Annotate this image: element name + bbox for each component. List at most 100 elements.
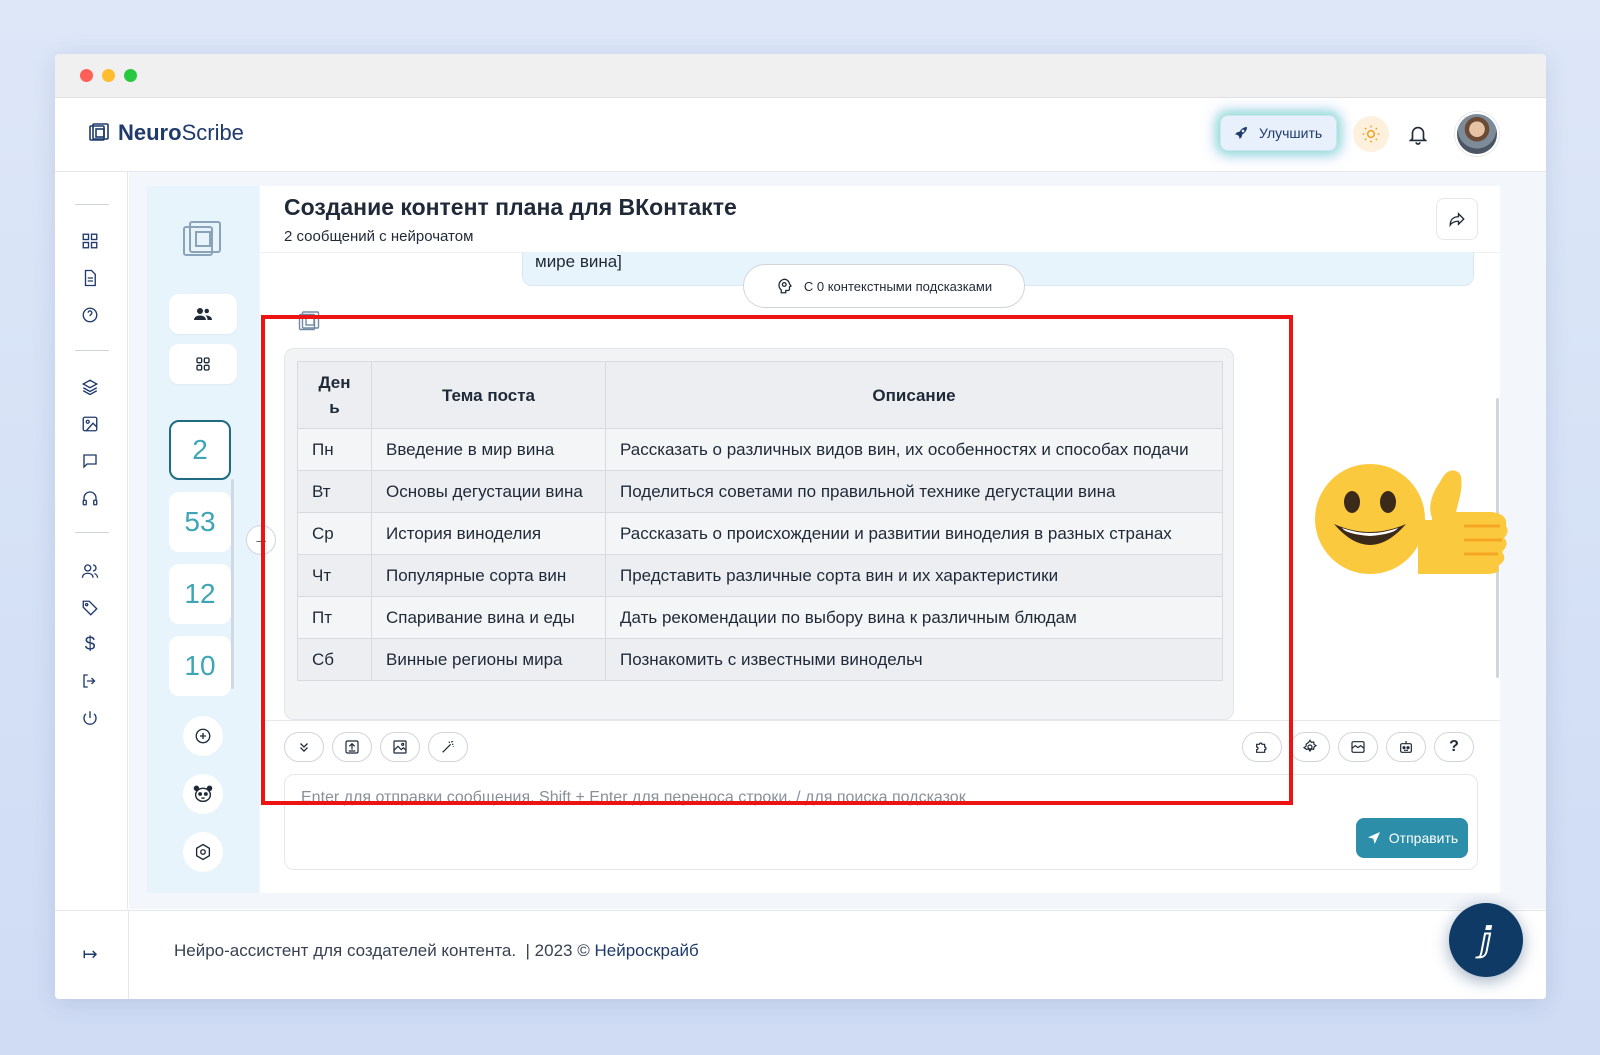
context-hints-pill[interactable]: С 0 контекстными подсказками [743,264,1025,308]
magic-button[interactable] [428,732,468,762]
new-chat-button[interactable] [183,716,223,756]
cell-day: Сб [297,638,372,681]
share-button[interactable] [1436,198,1478,240]
nav-divider [75,350,109,351]
tag-icon[interactable] [79,597,101,619]
minimize-window-button[interactable] [102,69,115,82]
inbox-button[interactable] [1338,732,1378,762]
chat-icon[interactable] [79,450,101,472]
document-icon[interactable] [79,267,101,289]
robot-icon [1400,741,1412,753]
users-icon[interactable] [79,560,101,582]
inbox-image-icon [1351,741,1365,753]
cell-description: Рассказать о происхождении и развитии ви… [605,512,1223,555]
footer-link[interactable]: Нейроскрайб [594,941,698,960]
apps-button[interactable] [169,344,237,384]
plugin-button[interactable] [1242,732,1282,762]
team-button[interactable] [169,294,237,334]
footer-text: Нейро-ассистент для создателей контента.… [174,941,699,961]
maximize-window-button[interactable] [124,69,137,82]
chat-counter-active[interactable]: 2 [169,420,231,480]
cell-day: Вт [297,470,372,513]
logo-light-text: Scribe [181,120,244,145]
grid-icon [196,357,210,371]
collapse-sidebar-icon[interactable]: ↦ [79,943,101,965]
send-icon [1367,832,1380,844]
power-icon[interactable] [79,707,101,729]
puzzle-icon [1256,742,1267,753]
message-input[interactable] [301,789,1351,819]
cell-description: Представить различные сорта вин и их хар… [605,554,1223,597]
image-upload-button[interactable] [380,732,420,762]
app-header: Neuro Scribe Улучшить [55,98,1546,172]
cell-day: Ср [297,512,372,555]
footer-copyright: Нейро-ассистент для создателей контента.… [174,941,595,960]
table-row: Вт Основы дегустации вина Поделиться сов… [297,470,1223,513]
previous-message-text: мире вина] [535,252,622,271]
chat-counter[interactable]: 53 [169,492,231,552]
table-header-row: Ден ь Тема поста Описание [297,361,1223,429]
avatar[interactable] [1455,112,1499,156]
cell-topic: Введение в мир вина [371,428,606,471]
image-icon[interactable] [79,413,101,435]
smiley-thumbs-up-icon [1315,464,1508,574]
settings-button[interactable] [183,832,223,872]
chat-side-panel: 2 53 12 10 [147,186,259,893]
dashboard-icon[interactable] [79,230,101,252]
share-icon [1449,212,1465,228]
theme-toggle-button[interactable] [1353,116,1389,152]
cell-day: Пн [297,428,372,471]
cell-topic: Популярные сорта вин [371,554,606,597]
nav-divider [75,204,109,205]
brain-icon [778,278,792,294]
page-title: Создание контент плана для ВКонтакте [284,194,737,220]
layers-icon[interactable] [79,376,101,398]
left-nav: $ [55,172,128,909]
table-row: Пн Введение в мир вина Рассказать о разл… [297,428,1223,471]
cell-topic: Винные регионы мира [371,638,606,681]
gear-icon [1302,739,1318,753]
settings-button[interactable] [1290,732,1330,762]
headphones-icon[interactable] [79,487,101,509]
app-logo[interactable]: Neuro Scribe [88,120,244,146]
support-chat-button[interactable]: ⅉ [1449,903,1523,977]
chat-counter[interactable]: 10 [169,636,231,696]
chevrons-down-icon [300,743,308,752]
close-window-button[interactable] [80,69,93,82]
bot-button[interactable] [1386,732,1426,762]
upload-icon [345,740,359,754]
bell-icon [1408,126,1428,145]
footer-divider [128,911,129,999]
magic-wand-icon [442,740,454,753]
cell-description: Поделиться советами по правильной техник… [605,470,1223,513]
expand-panel-arrow-icon[interactable]: → [246,525,276,555]
column-header-description: Описание [605,361,1223,429]
sun-icon [1362,125,1380,143]
upgrade-label: Улучшить [1259,125,1323,141]
scroll-down-button[interactable] [284,732,324,762]
help-circle-icon[interactable] [79,304,101,326]
window-titlebar [55,54,1546,98]
footer: ↦ Нейро-ассистент для создателей контент… [55,910,1546,999]
send-label: Отправить [1388,830,1459,846]
toolbar-divider [260,720,1500,721]
help-button[interactable]: ? [1434,732,1474,762]
cell-day: Чт [297,554,372,597]
column-header-topic: Тема поста [371,361,606,429]
table-row: Пт Спаривание вина и еды Дать рекомендац… [297,596,1223,639]
upgrade-button[interactable]: Улучшить [1220,115,1338,151]
rocket-icon [1235,127,1247,139]
context-hints-label: С 0 контекстными подсказками [803,278,993,294]
logo-bold-text: Neuro [118,120,182,145]
cell-day: Пт [297,596,372,639]
notifications-button[interactable] [1401,117,1435,151]
dollar-icon[interactable]: $ [79,634,101,656]
chat-counter[interactable]: 12 [169,564,231,624]
content-plan-table: Ден ь Тема поста Описание Пн Введение в … [297,361,1223,681]
side-panel-scrollbar[interactable] [231,479,234,689]
send-button[interactable]: Отправить [1356,818,1468,858]
logout-icon[interactable] [79,670,101,692]
panda-button[interactable] [183,774,223,814]
upload-button[interactable] [332,732,372,762]
neuroscribe-logo-icon [183,221,221,256]
